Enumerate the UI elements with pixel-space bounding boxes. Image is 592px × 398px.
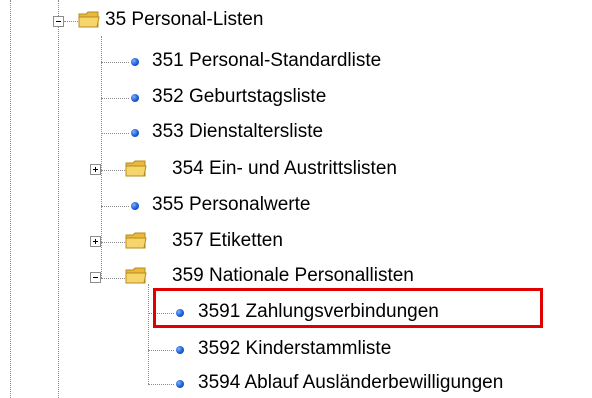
list-item-bullet-icon <box>176 346 184 354</box>
tree-node-label[interactable]: 355 Personalwerte <box>152 193 310 217</box>
folder-icon <box>78 11 100 28</box>
tree-connector <box>101 206 129 207</box>
tree-connector <box>101 98 129 99</box>
tree-connector <box>101 242 125 243</box>
list-item-bullet-icon <box>176 380 184 388</box>
tree-connector <box>148 384 174 385</box>
tree-view: 35 Personal-Listen 351 Personal-Standard… <box>0 0 592 398</box>
tree-node-label[interactable]: 354 Ein- und Austrittslisten <box>172 157 397 181</box>
collapse-minus-icon[interactable] <box>53 16 64 27</box>
list-item-bullet-icon <box>131 94 139 102</box>
folder-icon <box>125 232 147 249</box>
tree-node-label[interactable]: 35 Personal-Listen <box>105 8 263 32</box>
tree-connector <box>101 133 129 134</box>
tree-connector <box>148 350 174 351</box>
tree-guide-line <box>58 0 59 398</box>
tree-guide-line <box>10 0 11 398</box>
tree-connector <box>101 278 125 279</box>
list-item-bullet-icon <box>131 129 139 137</box>
list-item-bullet-icon <box>131 202 139 210</box>
tree-node-label[interactable]: 3594 Ablauf Ausländerbewilligungen <box>198 371 503 395</box>
tree-connector <box>64 21 78 22</box>
list-item-bullet-icon <box>131 58 139 66</box>
highlight-box <box>153 288 543 328</box>
folder-icon <box>125 160 147 177</box>
tree-node-label[interactable]: 357 Etiketten <box>172 229 283 253</box>
expand-plus-icon[interactable] <box>90 164 101 175</box>
collapse-minus-icon[interactable] <box>90 272 101 283</box>
tree-node-label[interactable]: 352 Geburtstagsliste <box>152 85 326 109</box>
tree-guide-line <box>148 284 149 384</box>
tree-node-label[interactable]: 353 Dienstaltersliste <box>152 120 323 144</box>
tree-node-label[interactable]: 3592 Kinderstammliste <box>198 337 391 361</box>
tree-node-label[interactable]: 351 Personal-Standardliste <box>152 49 381 73</box>
tree-connector <box>101 62 129 63</box>
expand-plus-icon[interactable] <box>90 236 101 247</box>
tree-connector <box>101 170 125 171</box>
folder-icon <box>125 267 147 284</box>
tree-node-label[interactable]: 359 Nationale Personallisten <box>172 264 414 288</box>
